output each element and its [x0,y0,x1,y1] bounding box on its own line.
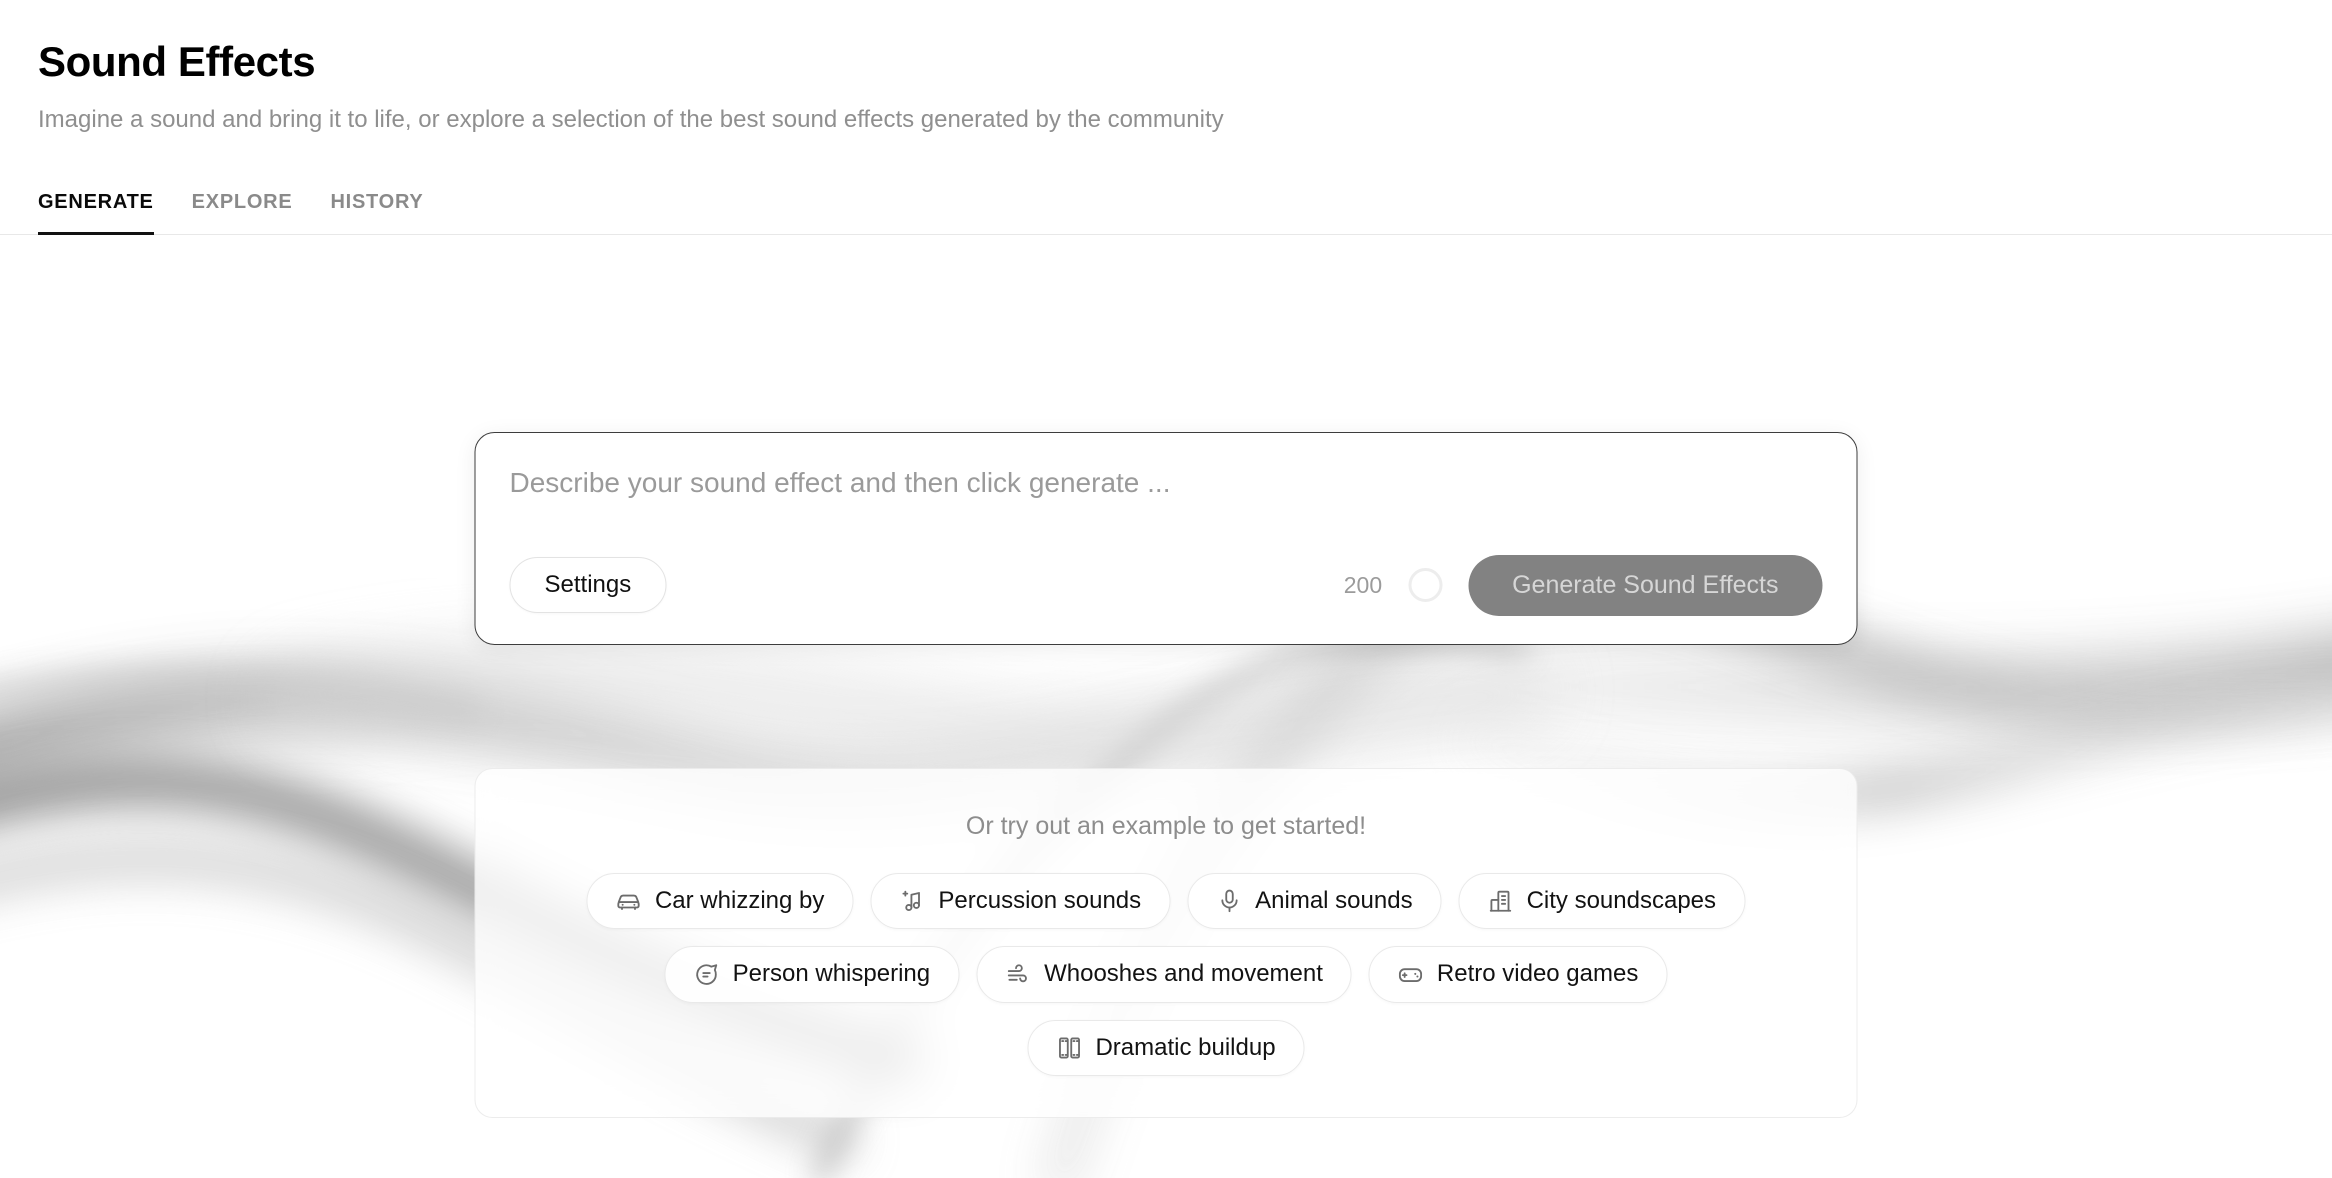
generate-sound-effects-button[interactable]: Generate Sound Effects [1468,554,1823,616]
circle-progress-icon [1408,568,1443,603]
speech-bubble-icon [694,962,720,988]
tab-history[interactable]: HISTORY [330,192,431,234]
car-icon [616,888,642,914]
example-chip-label: Retro video games [1436,960,1639,988]
microphone-icon [1216,888,1242,914]
prompt-card: Settings 200 Generate Sound Effects [474,432,1858,645]
page-header: Sound Effects Imagine a sound and bring … [0,0,2332,137]
example-chip-row: Car whizzing by Percussion sounds Animal… [586,873,1746,930]
gamepad-icon [1398,962,1424,988]
tab-generate[interactable]: GENERATE [38,192,162,235]
buildings-icon [1488,888,1514,914]
example-chip-label: Car whizzing by [654,887,825,914]
example-chip-label: Animal sounds [1255,887,1413,914]
example-chip-label: Percussion sounds [938,887,1142,914]
examples-card: Or try out an example to get started! Ca… [474,768,1858,1118]
prompt-right-controls: 200 Generate Sound Effects [1343,554,1823,616]
example-chip-animal-sounds[interactable]: Animal sounds [1187,873,1442,930]
example-chip-rows: Car whizzing by Percussion sounds Animal… [516,873,1817,1077]
example-chip-dramatic-buildup[interactable]: Dramatic buildup [1027,1019,1305,1077]
tab-explore[interactable]: EXPLORE [192,192,301,234]
prompt-input[interactable] [509,463,1823,499]
character-count: 200 [1343,571,1383,598]
example-chip-percussion-sounds[interactable]: Percussion sounds [870,873,1171,930]
example-chip-label: Dramatic buildup [1095,1033,1276,1061]
examples-title: Or try out an example to get started! [965,812,1367,840]
tab-bar: GENERATE EXPLORE HISTORY [0,168,2332,235]
page-subtitle: Imagine a sound and bring it to life, or… [38,106,1224,134]
example-chip-city-soundscapes[interactable]: City soundscapes [1458,873,1746,930]
prompt-controls-row: Settings 200 Generate Sound Effects [509,554,1823,616]
example-chip-row: Dramatic buildup [1027,1019,1305,1077]
example-chip-row: Person whispering Whooshes and movement [664,946,1668,1003]
example-chip-whooshes-and-movement[interactable]: Whooshes and movement [976,946,1352,1003]
sound-effects-page: Sound Effects Imagine a sound and bring … [0,0,2332,1178]
film-strip-icon [1056,1035,1082,1061]
page-title: Sound Effects [38,38,316,85]
example-chip-label: City soundscapes [1526,887,1717,914]
music-note-plus-icon [899,888,925,914]
example-chip-person-whispering[interactable]: Person whispering [664,946,960,1003]
example-chip-retro-video-games[interactable]: Retro video games [1368,946,1668,1003]
wind-icon [1005,962,1031,988]
example-chip-label: Whooshes and movement [1044,960,1323,988]
settings-button[interactable]: Settings [509,557,667,614]
example-chip-car-whizzing-by[interactable]: Car whizzing by [586,873,854,930]
example-chip-label: Person whispering [732,960,931,988]
